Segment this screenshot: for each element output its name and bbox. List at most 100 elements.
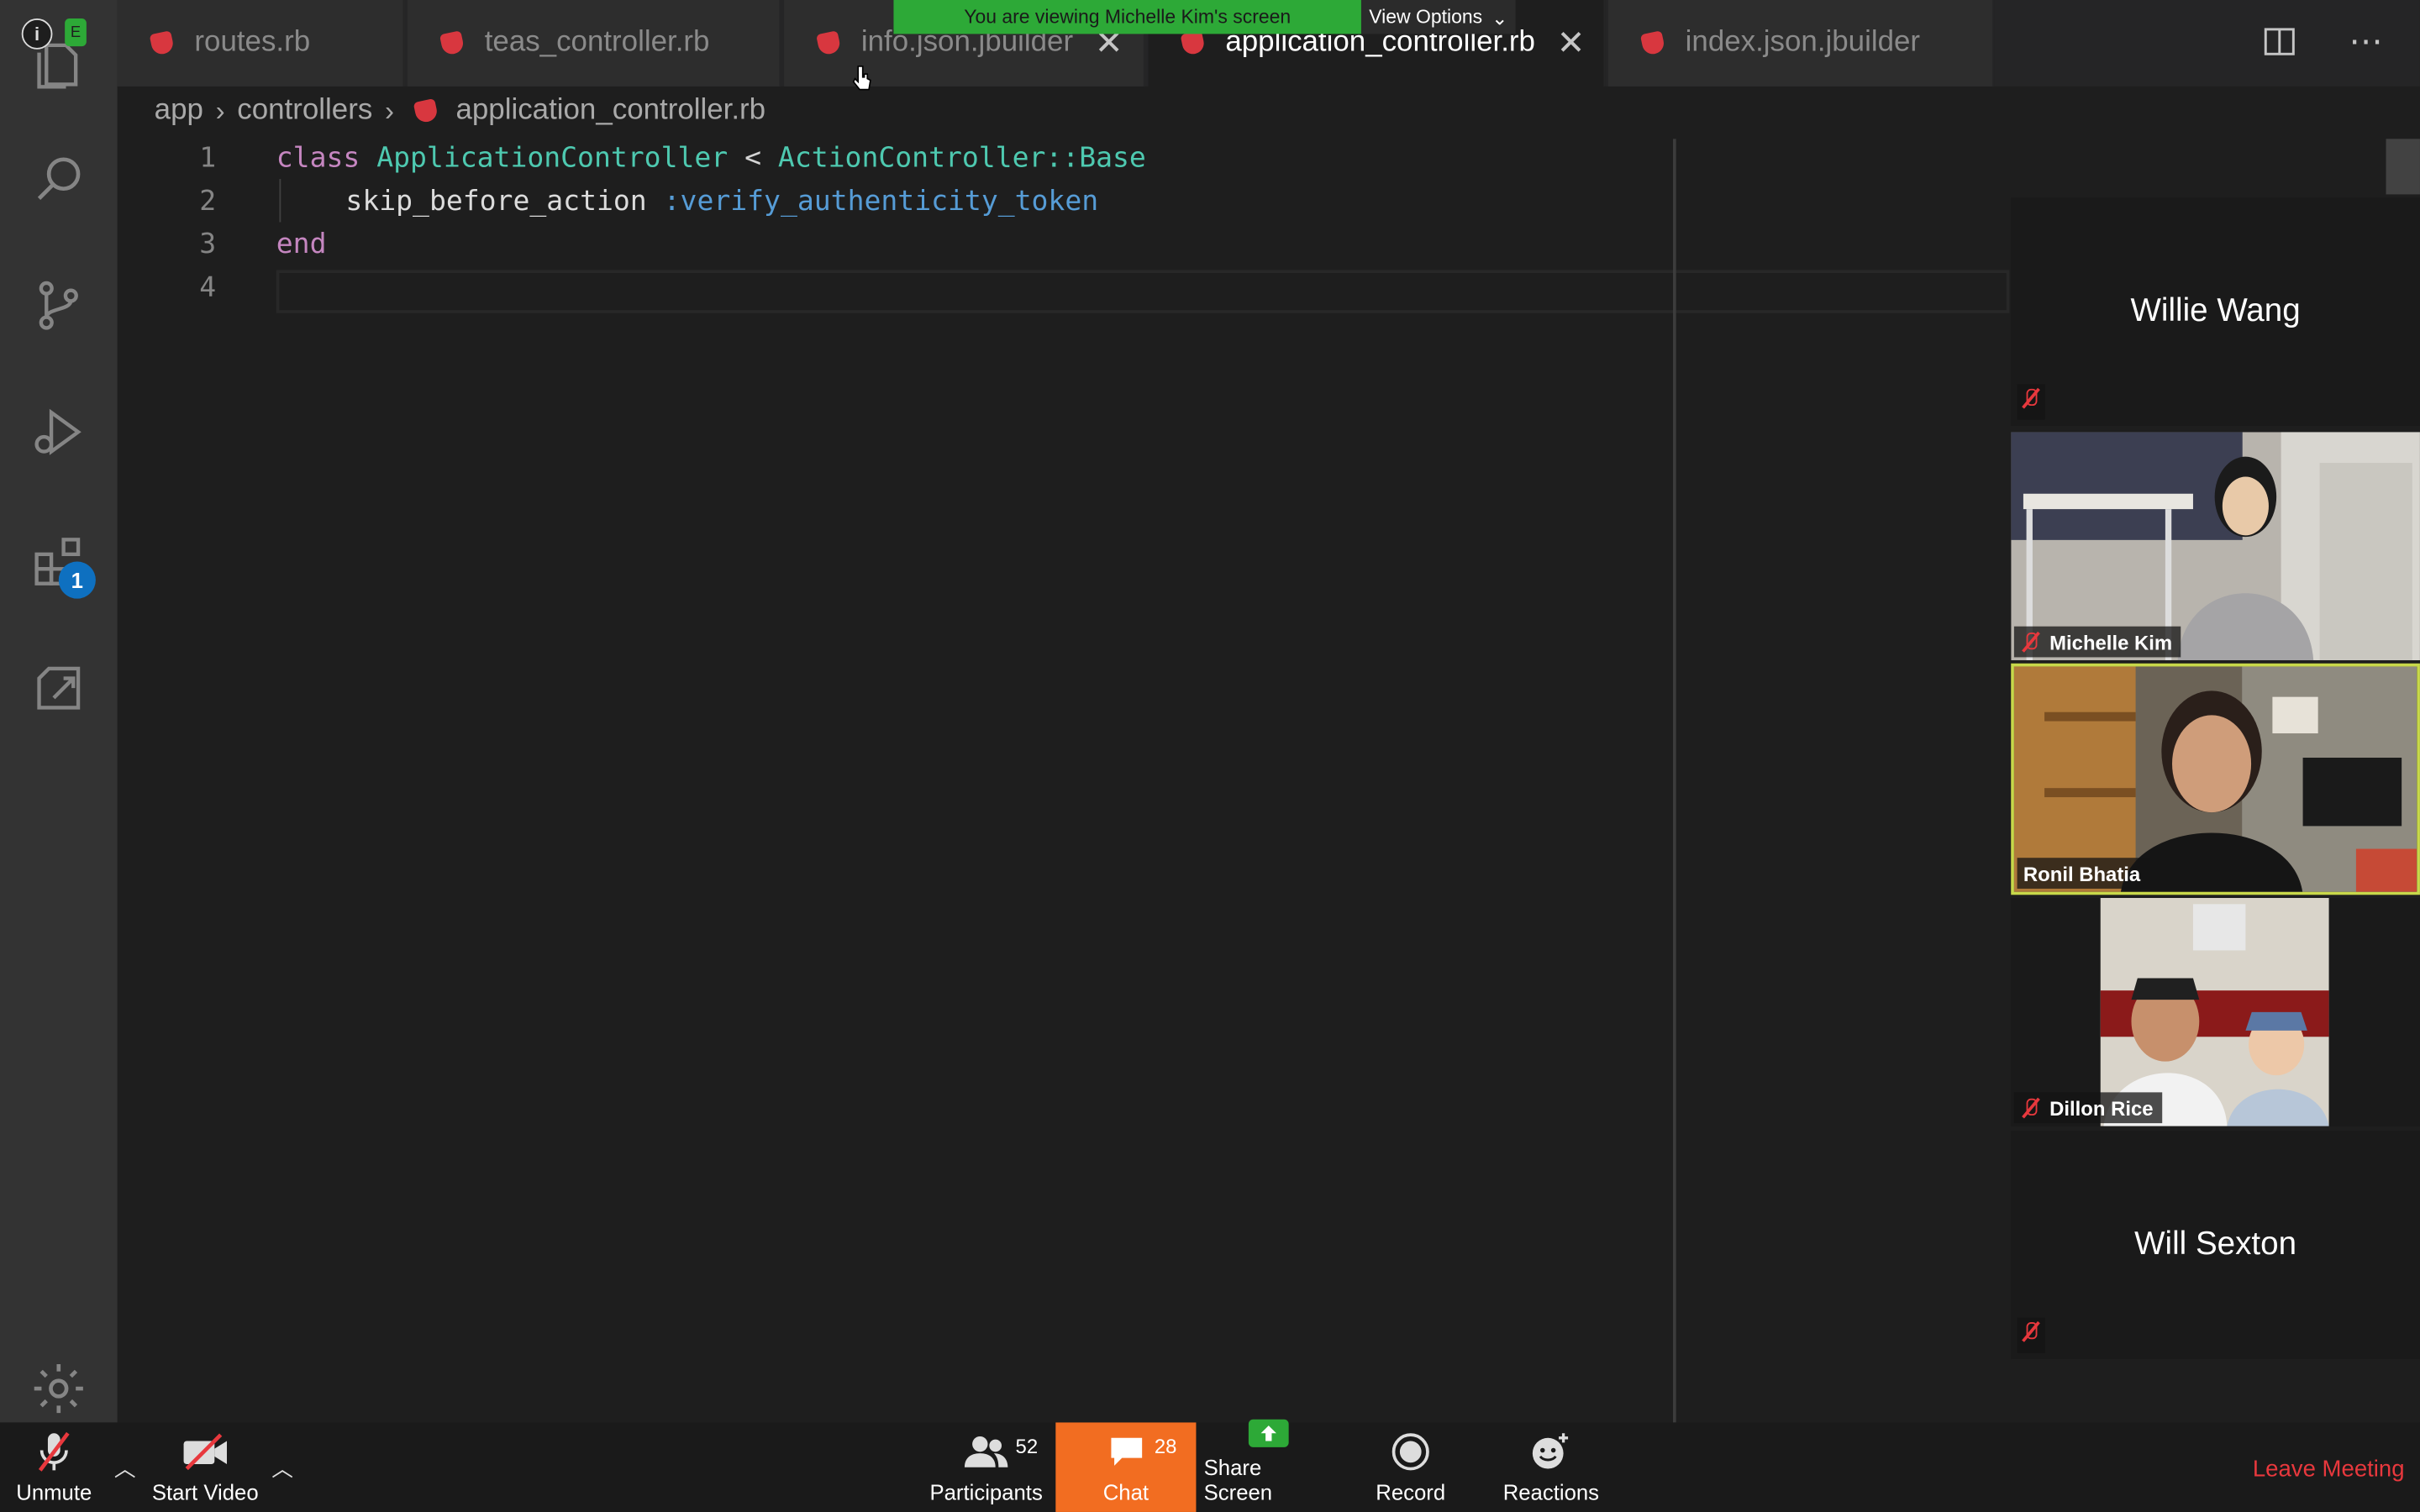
muted-mic-icon [2020, 631, 2042, 653]
code-line: 2 skip_before_action :verify_authenticit… [118, 179, 2010, 222]
editor-ruler [1672, 139, 1676, 1423]
ruby-file-icon [1639, 30, 1666, 56]
muted-mic-icon [34, 1429, 74, 1475]
scrollbar-thumb[interactable] [2386, 139, 2420, 195]
base-class: ActionController::Base [777, 141, 1146, 174]
muted-mic-icon [2017, 384, 2045, 420]
chat-label: Chat [1102, 1479, 1150, 1504]
run-debug-icon[interactable] [24, 398, 92, 466]
unmute-label: Unmute [16, 1479, 92, 1504]
tab-label: teas_controller.rb [484, 26, 710, 59]
tab-routes[interactable]: routes.rb [117, 0, 405, 87]
participant-name: Willie Wang [2130, 292, 2301, 329]
leave-meeting-button[interactable]: Leave Meeting [2253, 1457, 2405, 1483]
chevron-right-icon: › [384, 94, 395, 126]
breadcrumb-file[interactable]: application_controller.rb [455, 94, 765, 128]
participant-nameplate: Michelle Kim [2013, 626, 2182, 658]
participant-tile-active-speaker[interactable]: Ronil Bhatia [2011, 663, 2420, 895]
ruby-file-icon [413, 97, 439, 124]
record-button[interactable]: Record [1365, 1422, 1457, 1512]
audio-options-chevron-icon[interactable]: ︿ [114, 1453, 136, 1484]
keyword-class: class [276, 141, 360, 174]
unmute-button[interactable]: Unmute [9, 1422, 99, 1512]
screen: 1 routes.rb teas_controller.rb info.json… [0, 0, 2420, 1512]
chevron-down-icon: ⌄ [1491, 7, 1508, 29]
code-line: 1 class ApplicationController < ActionCo… [118, 136, 2010, 179]
line-number: 2 [199, 184, 217, 218]
inherit-operator: < [728, 141, 778, 174]
code-editor[interactable]: 1 class ApplicationController < ActionCo… [118, 136, 2010, 1423]
view-options-button[interactable]: View Options ⌄ [1360, 0, 1516, 34]
chat-button[interactable]: 28 Chat [1055, 1422, 1197, 1512]
reactions-button[interactable]: Reactions [1497, 1422, 1606, 1512]
chat-bubble-icon [1106, 1429, 1146, 1475]
code-text: end [276, 228, 327, 260]
participant-name: Dillon Rice [2049, 1095, 2154, 1120]
ruby-file-icon [439, 30, 466, 56]
participant-tile[interactable]: Willie Wang [2011, 197, 2420, 426]
muted-mic-icon [2020, 1097, 2042, 1119]
search-icon[interactable] [24, 145, 92, 213]
tab-label: routes.rb [194, 26, 311, 59]
tab-teas-controller[interactable]: teas_controller.rb [407, 0, 781, 87]
remote-explorer-icon[interactable] [24, 654, 92, 722]
participant-tile[interactable]: Michelle Kim [2011, 432, 2420, 661]
video-options-chevron-icon[interactable]: ︿ [271, 1453, 293, 1484]
info-icon[interactable]: i [21, 18, 53, 50]
line-number: 1 [199, 141, 217, 174]
participant-nameplate: Dillon Rice [2013, 1092, 2163, 1124]
participants-count: 52 [1015, 1435, 1039, 1458]
keyword-end: end [276, 227, 327, 260]
video-off-icon [181, 1429, 230, 1475]
split-editor-icon[interactable] [2260, 22, 2300, 62]
participants-icon [963, 1429, 1009, 1475]
breadcrumb: app › controllers › application_controll… [155, 90, 765, 133]
start-video-label: Start Video [151, 1479, 259, 1504]
more-actions-icon[interactable]: ⋯ [2346, 22, 2386, 62]
line-number: 3 [199, 227, 217, 260]
editor-actions: ⋯ [2260, 22, 2386, 62]
participant-tile[interactable]: Will Sexton [2011, 1131, 2420, 1360]
chat-count: 28 [1154, 1435, 1177, 1458]
encryption-shield-icon[interactable]: E [65, 18, 87, 47]
breadcrumb-app[interactable]: app [155, 94, 203, 128]
ruby-file-icon [1180, 30, 1207, 56]
tab-label: index.json.jbuilder [1685, 26, 1921, 59]
start-video-button[interactable]: Start Video [148, 1422, 262, 1512]
code-text: skip_before_action :verify_authenticity_… [345, 184, 1098, 217]
muted-mic-icon [2017, 1317, 2045, 1353]
breadcrumb-controllers[interactable]: controllers [237, 94, 372, 128]
extensions-badge: 1 [58, 561, 96, 599]
class-name: ApplicationController [376, 141, 729, 174]
reactions-label: Reactions [1502, 1479, 1600, 1504]
tab-index-jbuilder[interactable]: index.json.jbuilder [1607, 0, 1995, 87]
code-line: 3 end [118, 222, 2010, 265]
participants-label: Participants [929, 1479, 1043, 1504]
meeting-controls: Unmute ︿ Start Video ︿ 52 Participants 2… [0, 1419, 2420, 1512]
share-screen-icon [1247, 1416, 1290, 1450]
participant-tile[interactable]: Dillon Rice [2011, 897, 2420, 1126]
ruby-file-icon [816, 30, 842, 56]
symbol-argument: :verify_authenticity_token [663, 184, 1099, 218]
settings-gear-icon[interactable] [24, 1355, 92, 1423]
source-control-icon[interactable] [24, 271, 92, 339]
participant-name: Michelle Kim [2049, 630, 2173, 654]
close-tab-icon[interactable]: ✕ [1557, 24, 1586, 64]
mouse-cursor [852, 65, 874, 100]
participant-name: Will Sexton [2134, 1226, 2297, 1263]
indent-guide [279, 179, 281, 223]
share-screen-button[interactable]: Share Screen [1203, 1419, 1334, 1512]
emoji-plus-icon [1529, 1429, 1572, 1475]
participants-button[interactable]: 52 Participants [926, 1422, 1046, 1512]
method-call: skip_before_action [345, 184, 647, 218]
view-options-label: View Options [1369, 6, 1483, 29]
screen-share-banner: You are viewing Michelle Kim's screen [893, 0, 1361, 34]
ruby-file-icon [149, 30, 176, 56]
current-line-highlight [276, 270, 2010, 313]
code-text: class ApplicationController < ActionCont… [276, 141, 1146, 174]
meeting-info: i E [21, 18, 87, 50]
record-icon [1391, 1429, 1431, 1475]
share-screen-label: Share Screen [1203, 1455, 1273, 1504]
participant-nameplate: Ronil Bhatia [2017, 858, 2150, 889]
chevron-right-icon: › [215, 94, 225, 126]
